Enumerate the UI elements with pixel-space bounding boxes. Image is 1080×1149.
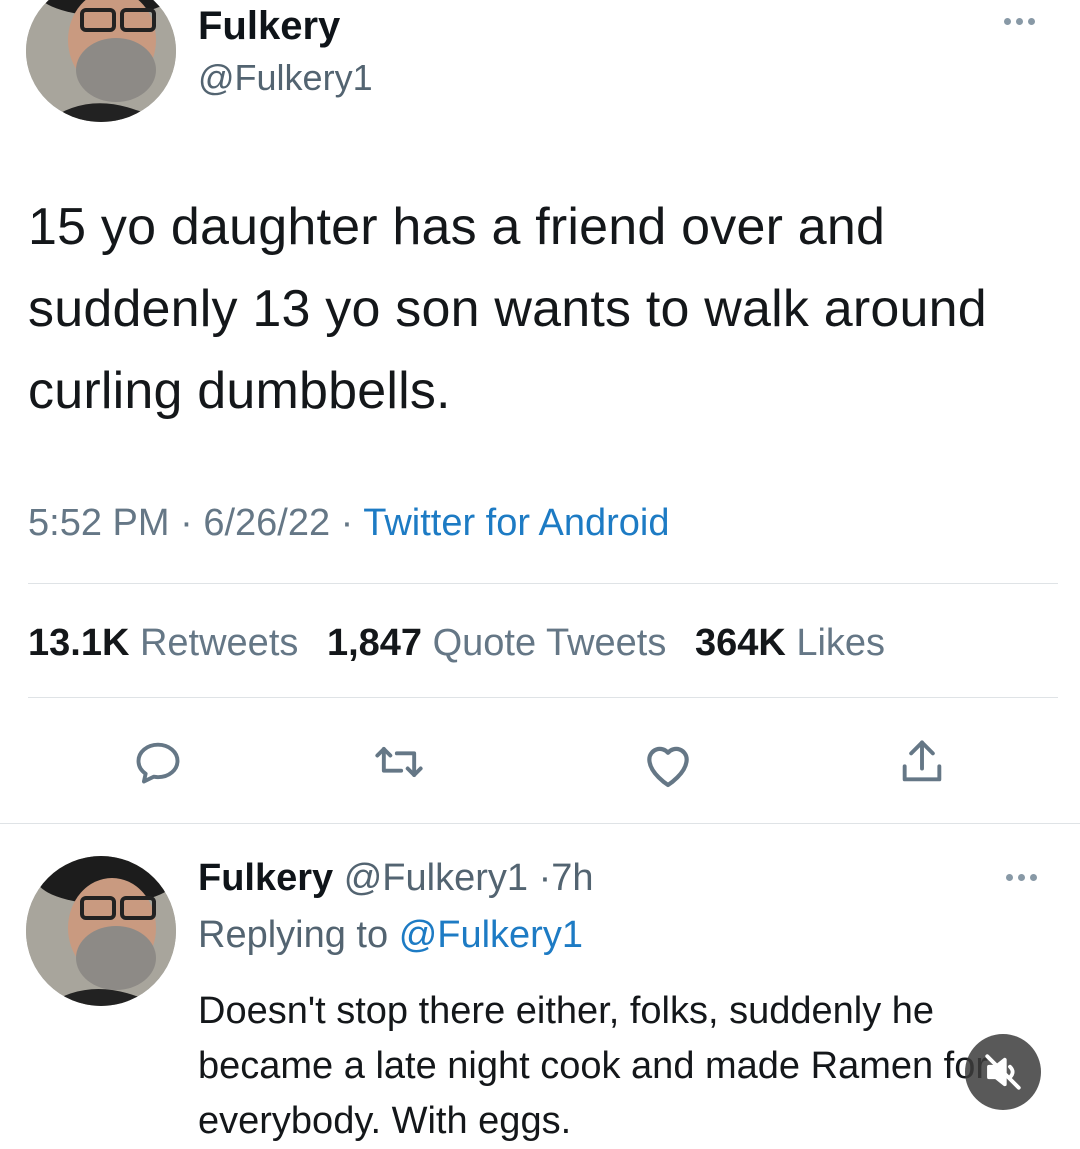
more-horizontal-icon[interactable] — [1004, 18, 1035, 25]
author-name[interactable]: Fulkery — [198, 4, 340, 48]
quotes-stat[interactable]: 1,847 Quote Tweets — [327, 622, 666, 664]
reply-button[interactable] — [126, 730, 190, 794]
meta-separator: · — [180, 502, 193, 544]
divider — [28, 697, 1058, 698]
reply-icon — [136, 742, 180, 784]
share-button[interactable] — [890, 730, 954, 794]
tweet-meta: 5:52 PM · 6/26/22 · Twitter for Android — [28, 500, 669, 546]
tweet-source-link[interactable]: Twitter for Android — [363, 502, 669, 544]
retweets-stat[interactable]: 13.1K Retweets — [28, 622, 298, 664]
likes-count: 364K — [694, 622, 786, 664]
likes-label: Likes — [796, 622, 886, 664]
retweets-label: Retweets — [139, 622, 299, 664]
divider — [28, 583, 1058, 584]
like-button[interactable] — [636, 732, 700, 796]
likes-stat[interactable]: 364K Likes — [695, 622, 885, 664]
like-icon — [647, 746, 689, 788]
retweet-button[interactable] — [367, 730, 431, 794]
reply-author-handle[interactable]: @Fulkery1 — [344, 857, 528, 899]
reply-age[interactable]: 7h — [551, 857, 593, 899]
retweet-icon — [375, 747, 423, 777]
speaker-muted-icon — [985, 1054, 1021, 1090]
replying-to: Replying to @Fulkery1 — [198, 913, 583, 957]
tweet-text: 15 yo daughter has a friend over and sud… — [28, 198, 987, 420]
reply-header: Fulkery @Fulkery1 ·7h — [198, 856, 594, 900]
replying-mention[interactable]: @Fulkery1 — [399, 914, 583, 956]
author-handle[interactable]: @Fulkery1 — [198, 58, 373, 98]
meta-separator: · — [340, 502, 354, 544]
reply-text: Doesn't stop there either, folks, sudden… — [198, 990, 989, 1142]
tweet-stats: 13.1K Retweets 1,847 Quote Tweets 364K L… — [28, 620, 885, 666]
reply-author-avatar[interactable] — [26, 856, 176, 1006]
divider — [0, 823, 1080, 824]
tweet-date[interactable]: 6/26/22 — [203, 502, 330, 544]
quotes-label: Quote Tweets — [432, 622, 667, 664]
tweet-time: 5:52 PM — [28, 502, 170, 544]
author-avatar[interactable] — [26, 0, 176, 122]
quotes-count: 1,847 — [326, 622, 423, 664]
share-icon — [902, 740, 942, 782]
retweets-count: 13.1K — [28, 622, 130, 664]
more-horizontal-icon[interactable] — [1006, 874, 1037, 881]
reply-separator: · — [538, 857, 552, 899]
replying-prefix: Replying to — [198, 914, 389, 956]
reply-author-name[interactable]: Fulkery — [198, 857, 333, 899]
mute-button[interactable] — [965, 1034, 1041, 1110]
